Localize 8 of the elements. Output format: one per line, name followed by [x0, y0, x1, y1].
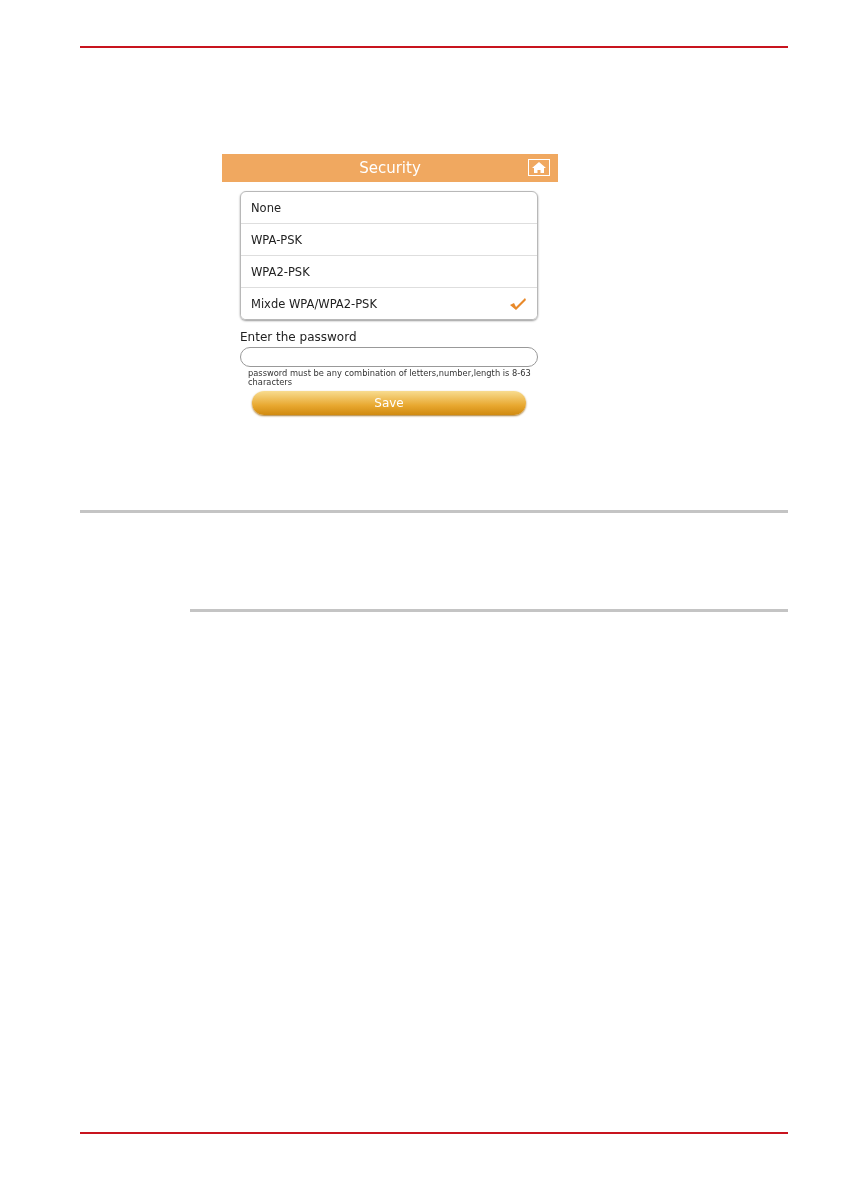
security-option[interactable]: WPA-PSK — [241, 223, 537, 255]
security-option[interactable]: None — [241, 192, 537, 223]
security-option[interactable]: Mixde WPA/WPA2-PSK — [241, 287, 537, 319]
home-icon[interactable] — [528, 159, 550, 176]
password-label: Enter the password — [240, 330, 358, 344]
password-field[interactable] — [240, 347, 538, 367]
screen-title: Security — [359, 159, 421, 177]
password-hint: password must be any combination of letters,number,length is 8-63 characters — [248, 369, 532, 387]
